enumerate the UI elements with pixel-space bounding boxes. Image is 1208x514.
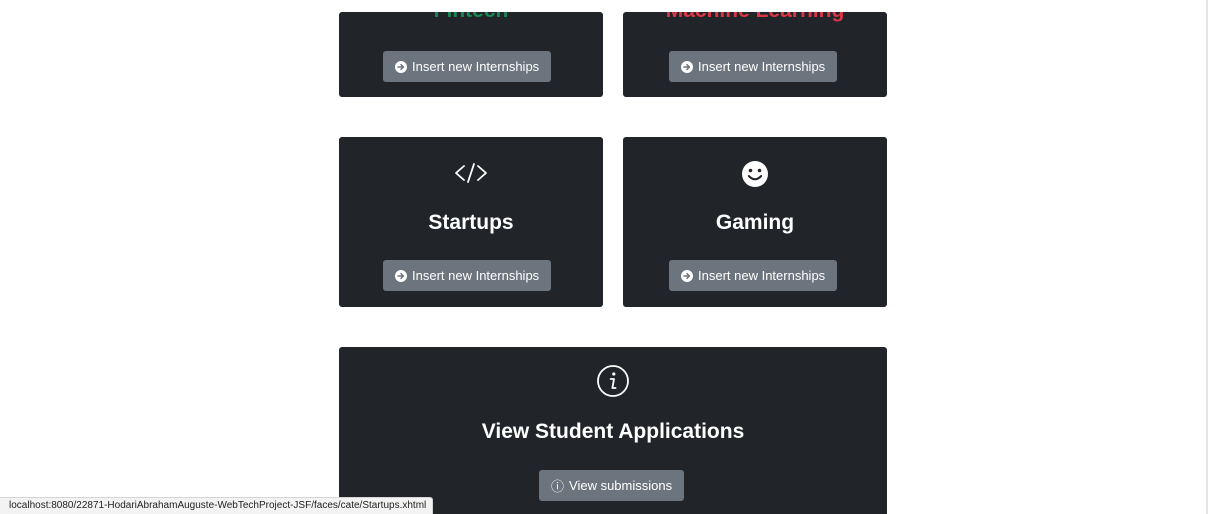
button-label: Insert new Internships bbox=[412, 268, 540, 283]
card-title-startups: Startups bbox=[428, 211, 514, 234]
button-label: Insert new Internships bbox=[412, 59, 540, 74]
category-card-gaming: Gaming Insert new Internships bbox=[623, 137, 887, 307]
arrow-circle-right-icon bbox=[395, 269, 407, 282]
code-icon bbox=[453, 159, 489, 187]
button-label: Insert new Internships bbox=[698, 268, 826, 283]
arrow-circle-right-icon bbox=[681, 269, 693, 282]
card-title-fintech: Fintech bbox=[339, 12, 603, 21]
student-applications-card: View Student Applications ⓘ View submiss… bbox=[339, 347, 887, 514]
insert-internships-button-startups[interactable]: Insert new Internships bbox=[383, 260, 552, 291]
page: Fintech Insert new Internships Machine L… bbox=[0, 0, 1208, 514]
insert-internships-button-machine-learning[interactable]: Insert new Internships bbox=[669, 51, 838, 82]
smiley-icon bbox=[740, 159, 770, 189]
arrow-circle-right-icon bbox=[681, 60, 693, 73]
status-url: localhost:8080/22871-HodariAbrahamAugust… bbox=[9, 500, 427, 511]
card-title-machine-learning: Machine Learning bbox=[623, 12, 887, 21]
info-icon bbox=[596, 364, 630, 398]
view-submissions-button[interactable]: ⓘ View submissions bbox=[539, 470, 685, 501]
card-title-student-applications: View Student Applications bbox=[481, 420, 745, 443]
category-card-fintech: Fintech Insert new Internships bbox=[339, 12, 603, 97]
arrow-circle-right-icon bbox=[395, 60, 407, 73]
category-card-startups: Startups Insert new Internships bbox=[339, 137, 603, 307]
button-label: View submissions bbox=[569, 478, 673, 493]
button-label: Insert new Internships bbox=[698, 59, 826, 74]
category-card-machine-learning: Machine Learning Insert new Internships bbox=[623, 12, 887, 97]
card-title-gaming: Gaming bbox=[715, 211, 795, 234]
link-status-bar: localhost:8080/22871-HodariAbrahamAugust… bbox=[0, 497, 434, 514]
insert-internships-button-fintech[interactable]: Insert new Internships bbox=[383, 51, 552, 82]
info-circle-icon: ⓘ bbox=[551, 479, 565, 494]
insert-internships-button-gaming[interactable]: Insert new Internships bbox=[669, 260, 838, 291]
